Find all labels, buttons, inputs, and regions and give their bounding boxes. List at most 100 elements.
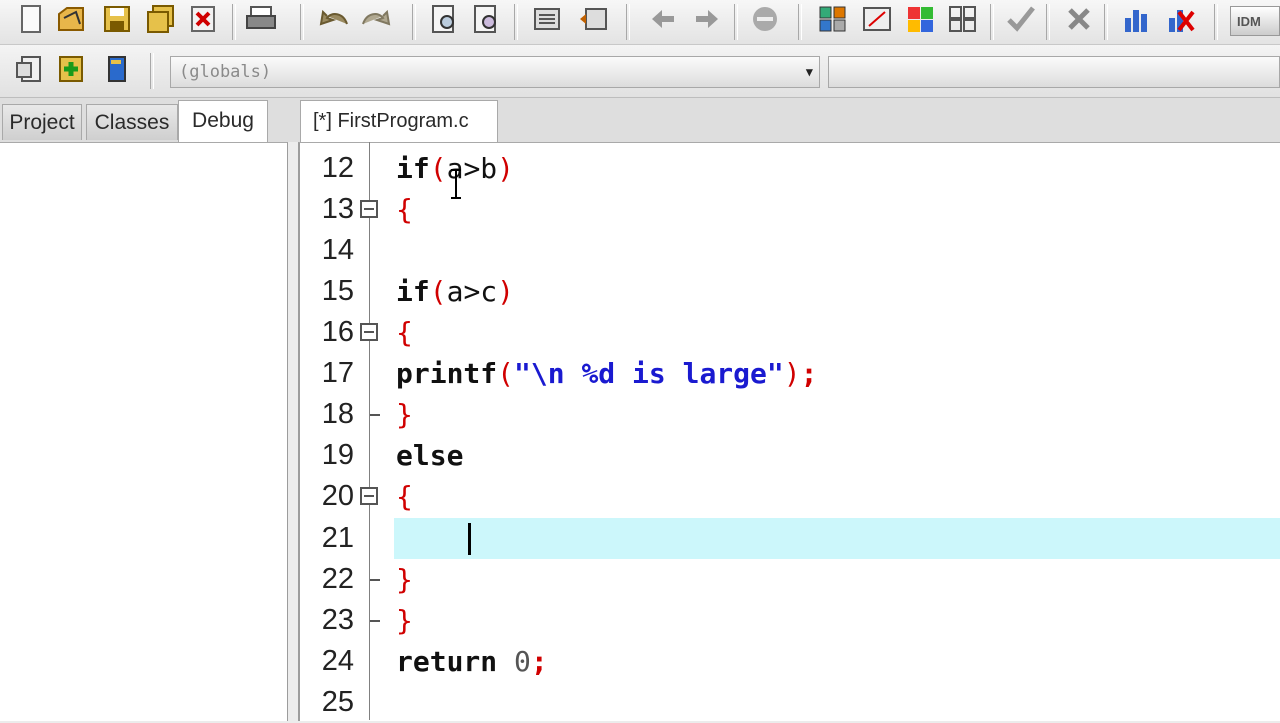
fold-toggle-icon[interactable] [360, 323, 378, 341]
toolbar-separator [514, 4, 518, 40]
code-token: a [446, 275, 464, 308]
code-line: } [396, 600, 413, 641]
unindent-icon[interactable] [576, 2, 610, 36]
fold-end-marker [370, 414, 380, 416]
indent-icon[interactable] [530, 2, 564, 36]
code-line: { [396, 476, 413, 517]
code-line: } [396, 394, 413, 435]
line-number: 23 [321, 604, 354, 636]
fold-end-marker [370, 579, 380, 581]
redo-icon[interactable] [358, 2, 392, 36]
toolbar-separator [798, 4, 802, 40]
code-token: ( [429, 152, 447, 185]
code-token: { [396, 480, 413, 513]
delete-icon[interactable] [1062, 2, 1096, 36]
window-icon[interactable] [860, 2, 894, 36]
toolbar-separator [412, 4, 416, 40]
toolbar-separator [1104, 4, 1108, 40]
line-number: 18 [321, 398, 354, 430]
chart-icon[interactable] [1120, 2, 1154, 36]
new-file-icon[interactable] [14, 2, 48, 36]
code-token: printf [396, 357, 498, 390]
code-token: ( [497, 357, 515, 390]
forward-icon[interactable] [690, 2, 724, 36]
line-number: 16 [321, 316, 354, 348]
save-icon[interactable] [100, 2, 134, 36]
text-caret [468, 523, 471, 555]
current-line-highlight [394, 518, 1280, 559]
toolbar-separator [300, 4, 304, 40]
idm-button[interactable]: IDM [1230, 6, 1280, 36]
add-icon[interactable] [54, 52, 88, 86]
tab-classes[interactable]: Classes [86, 104, 178, 140]
line-number: 15 [321, 275, 354, 307]
tab-project[interactable]: Project [2, 104, 82, 140]
line-number: 25 [321, 686, 354, 718]
code-line: printf("\n %d is large"); [396, 353, 817, 394]
layout-icon[interactable] [946, 2, 980, 36]
function-select[interactable] [828, 56, 1280, 88]
code-token: if [396, 275, 430, 308]
toolbar-separator [150, 53, 154, 89]
code-token: ) [783, 357, 801, 390]
line-number: 20 [321, 480, 354, 512]
code-token: b [480, 152, 498, 185]
fold-toggle-icon[interactable] [360, 200, 378, 218]
open-file-icon[interactable] [54, 2, 88, 36]
color-grid-icon[interactable] [904, 2, 938, 36]
main-toolbar: IDM [0, 0, 1280, 45]
code-line: } [396, 559, 413, 600]
scope-select[interactable]: (globals) ▼ [170, 56, 820, 88]
project-icon[interactable] [12, 52, 46, 86]
line-number: 22 [321, 563, 354, 595]
code-editor[interactable] [298, 142, 1280, 721]
undo-icon[interactable] [318, 2, 352, 36]
toolbar-separator [626, 4, 630, 40]
line-number: 13 [321, 193, 354, 225]
scope-select-value: (globals) [179, 62, 272, 82]
toolbar-separator [990, 4, 994, 40]
code-line: else [396, 435, 463, 476]
replace-icon[interactable] [470, 2, 504, 36]
code-line: { [396, 312, 413, 353]
code-token: ) [497, 152, 515, 185]
code-token: return [396, 645, 498, 678]
code-token: ; [800, 357, 818, 390]
back-icon[interactable] [646, 2, 680, 36]
toolbar-separator [1214, 4, 1218, 40]
line-number: 14 [321, 234, 354, 266]
grid-icon[interactable] [816, 2, 850, 36]
save-all-icon[interactable] [144, 2, 178, 36]
code-token: ; [530, 645, 548, 678]
code-token: } [396, 398, 413, 431]
fold-toggle-icon[interactable] [360, 487, 378, 505]
close-file-icon[interactable] [186, 2, 220, 36]
line-number: 17 [321, 357, 354, 389]
compile-check-icon[interactable] [1004, 2, 1038, 36]
code-token: if [396, 152, 430, 185]
toolbar-separator [232, 4, 236, 40]
code-line: return 0; [396, 641, 548, 682]
tab-debug[interactable]: Debug [178, 100, 268, 142]
fold-end-marker [370, 620, 380, 622]
ibeam-cursor-icon [449, 168, 463, 200]
code-token: > [463, 152, 481, 185]
book-icon[interactable] [100, 52, 134, 86]
code-token: { [396, 193, 413, 226]
code-token: ) [497, 275, 515, 308]
find-icon[interactable] [428, 2, 462, 36]
chart-error-icon[interactable] [1164, 2, 1198, 36]
print-icon[interactable] [244, 2, 278, 36]
code-line: { [396, 189, 413, 230]
line-number: 12 [321, 152, 354, 184]
line-number: 19 [321, 439, 354, 471]
code-token: { [396, 316, 413, 349]
code-token: } [396, 563, 413, 596]
code-token: else [396, 439, 464, 472]
chevron-down-icon[interactable]: ▼ [806, 57, 813, 87]
code-token: ( [429, 275, 447, 308]
bookmark-icon[interactable] [748, 2, 782, 36]
tab-firstprogram[interactable]: [*] FirstProgram.c [300, 100, 498, 142]
line-number: 21 [321, 522, 354, 554]
